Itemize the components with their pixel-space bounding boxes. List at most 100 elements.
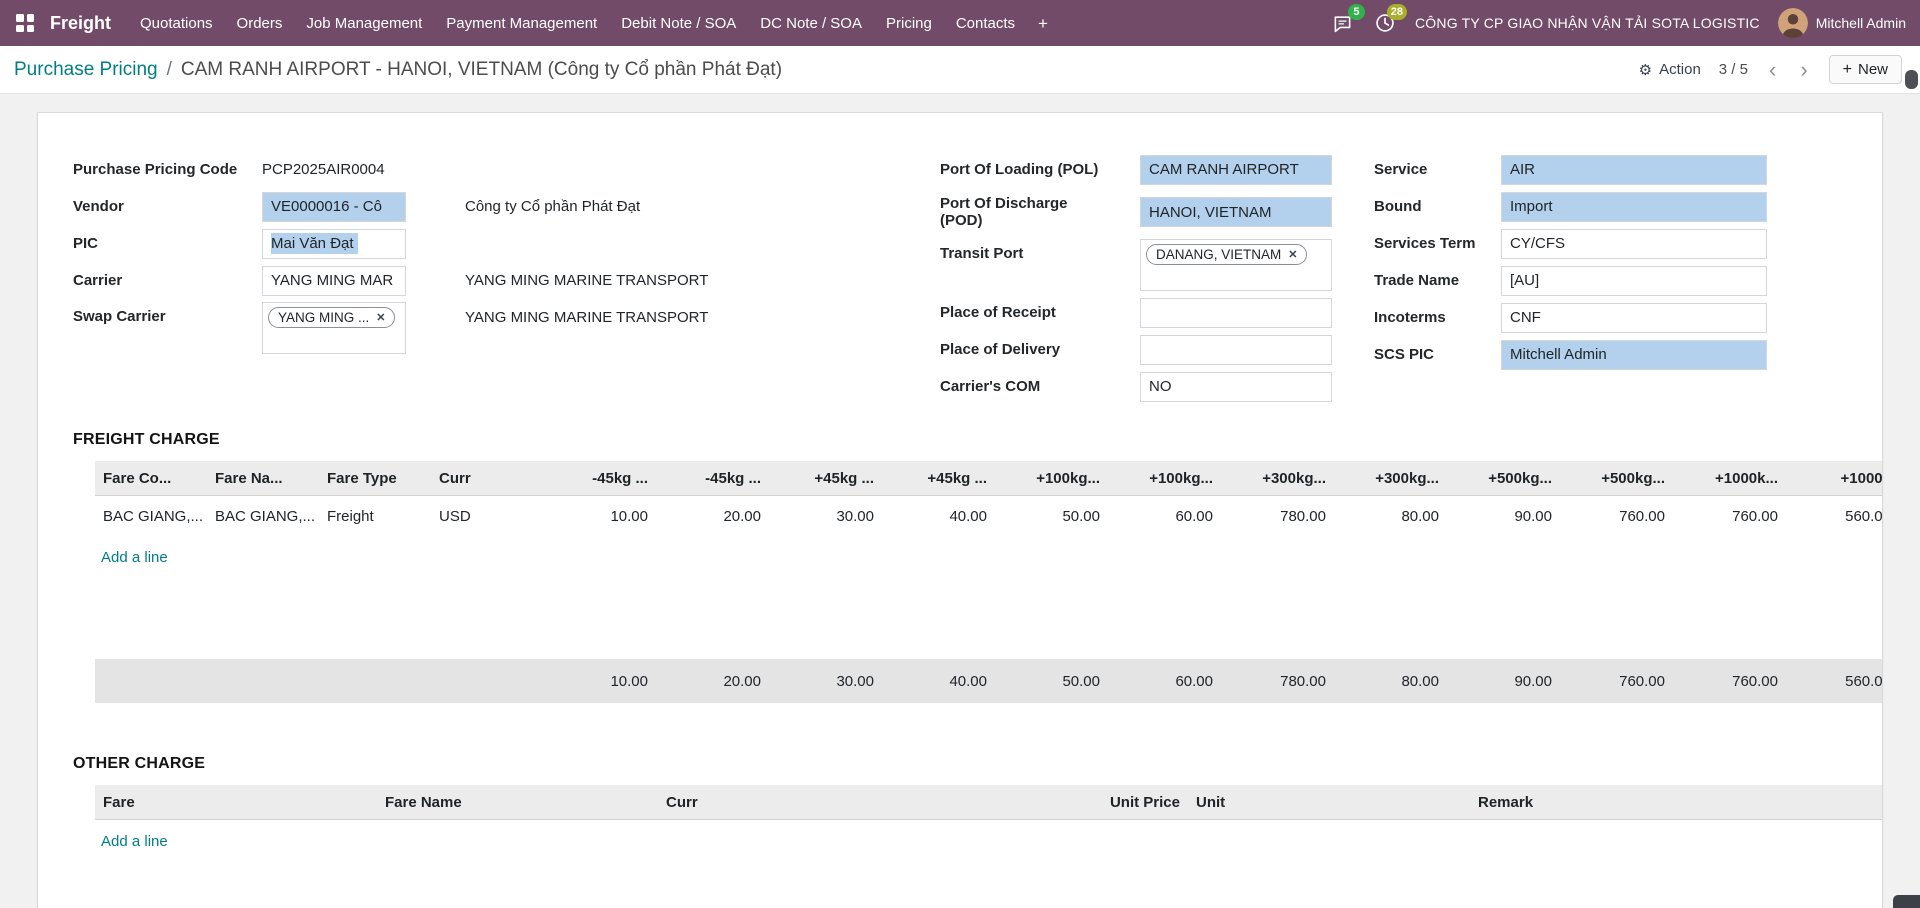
fc-cell-fare-name[interactable]: BAC GIANG,...: [207, 508, 319, 525]
freight-charge-data-row[interactable]: BAC GIANG,... BAC GIANG,... Freight USD …: [95, 496, 1882, 536]
fc-header-plus100-2[interactable]: +100kg...: [1108, 470, 1221, 487]
control-panel-right: ⚙ Action 3 / 5 ‹ › + New: [1639, 55, 1902, 84]
carrier-input[interactable]: YANG MING MAR: [262, 266, 406, 296]
new-label: New: [1858, 61, 1888, 78]
menu-orders[interactable]: Orders: [226, 8, 294, 39]
menu-contacts[interactable]: Contacts: [945, 8, 1026, 39]
oc-header-unit-price[interactable]: Unit Price: [1088, 794, 1188, 811]
user-menu[interactable]: Mitchell Admin: [1778, 8, 1906, 38]
fc-cell-fare-code[interactable]: BAC GIANG,...: [95, 508, 207, 525]
purchase-pricing-code-value: PCP2025AIR0004: [262, 161, 385, 178]
field-row-transit-port: Transit Port DANANG, VIETNAM ✕: [940, 236, 1374, 294]
fc-cell-plus500-2[interactable]: 760.00: [1560, 508, 1673, 525]
place-of-receipt-input[interactable]: [1140, 298, 1332, 328]
pic-label: PIC: [73, 235, 262, 252]
vertical-scrollbar-thumb[interactable]: [1905, 70, 1918, 89]
fc-header-fare-code[interactable]: Fare Co...: [95, 470, 207, 487]
breadcrumb-current-record: CAM RANH AIRPORT - HANOI, VIETNAM (Công …: [181, 59, 782, 81]
services-term-input[interactable]: CY/CFS: [1501, 229, 1767, 259]
vendor-input[interactable]: VE0000016 - Cô: [262, 192, 406, 222]
fc-cell-plus300-2[interactable]: 80.00: [1334, 508, 1447, 525]
new-record-button[interactable]: + New: [1829, 55, 1902, 84]
fc-cell-plus1000-2[interactable]: 560.00: [1786, 508, 1882, 525]
fc-cell-plus45-1[interactable]: 30.00: [769, 508, 882, 525]
pod-input[interactable]: HANOI, VIETNAM: [1140, 197, 1332, 227]
transit-port-input[interactable]: DANANG, VIETNAM ✕: [1140, 239, 1332, 291]
pager-next-icon[interactable]: ›: [1797, 59, 1810, 81]
other-charge-add-a-line[interactable]: Add a line: [101, 833, 168, 850]
swap-carrier-input[interactable]: YANG MING ... ✕: [262, 302, 406, 354]
action-label: Action: [1659, 61, 1701, 78]
oc-header-remark[interactable]: Remark: [1470, 794, 1882, 811]
swap-carrier-tag[interactable]: YANG MING ... ✕: [268, 307, 395, 328]
place-of-delivery-input[interactable]: [1140, 335, 1332, 365]
carrier-display-name: YANG MING MARINE TRANSPORT: [465, 272, 708, 289]
company-switcher[interactable]: CÔNG TY CP GIAO NHẬN VẬN TẢI SOTA LOGIST…: [1415, 15, 1760, 31]
form-fields: Purchase Pricing Code PCP2025AIR0004 Ven…: [38, 151, 1882, 405]
fc-header-fare-name[interactable]: Fare Na...: [207, 470, 319, 487]
carriers-com-input[interactable]: NO: [1140, 372, 1332, 402]
field-row-pic: PIC Mai Văn Đạt: [73, 225, 940, 262]
fc-cell-fare-type[interactable]: Freight: [319, 508, 431, 525]
freight-charge-add-a-line[interactable]: Add a line: [101, 549, 168, 566]
activities-button[interactable]: 28: [1373, 11, 1397, 35]
trade-name-input[interactable]: [AU]: [1501, 266, 1767, 296]
fc-cell-curr[interactable]: USD: [431, 508, 543, 525]
activities-badge: 28: [1387, 4, 1407, 20]
oc-header-fare-name[interactable]: Fare Name: [377, 794, 658, 811]
messages-button[interactable]: 5: [1331, 11, 1355, 35]
oc-header-fare[interactable]: Fare: [95, 794, 377, 811]
oc-header-curr[interactable]: Curr: [658, 794, 1088, 811]
incoterms-label: Incoterms: [1374, 309, 1501, 326]
menu-pricing[interactable]: Pricing: [875, 8, 943, 39]
menu-payment-management[interactable]: Payment Management: [435, 8, 608, 39]
menu-quotations[interactable]: Quotations: [129, 8, 224, 39]
fc-cell-plus100-2[interactable]: 60.00: [1108, 508, 1221, 525]
fc-cell-plus300-1[interactable]: 780.00: [1221, 508, 1334, 525]
fc-total-plus500-1: 90.00: [1447, 673, 1560, 690]
breadcrumb-purchase-pricing[interactable]: Purchase Pricing: [14, 59, 158, 81]
fc-header-minus45-1[interactable]: -45kg ...: [543, 470, 656, 487]
fc-header-plus1000-1[interactable]: +1000k...: [1673, 470, 1786, 487]
oc-header-unit[interactable]: Unit: [1188, 794, 1470, 811]
apps-grid-icon[interactable]: [16, 14, 34, 32]
fc-header-plus300-1[interactable]: +300kg...: [1221, 470, 1334, 487]
service-input[interactable]: AIR: [1501, 155, 1767, 185]
fc-cell-plus1000-1[interactable]: 760.00: [1673, 508, 1786, 525]
field-row-pol: Port Of Loading (POL) CAM RANH AIRPORT: [940, 151, 1374, 188]
scs-pic-input[interactable]: Mitchell Admin: [1501, 340, 1767, 370]
fc-header-plus100-1[interactable]: +100kg...: [995, 470, 1108, 487]
fc-header-fare-type[interactable]: Fare Type: [319, 470, 431, 487]
fc-cell-plus500-1[interactable]: 90.00: [1447, 508, 1560, 525]
fc-header-plus300-2[interactable]: +300kg...: [1334, 470, 1447, 487]
menu-debit-note-soa[interactable]: Debit Note / SOA: [610, 8, 747, 39]
app-name[interactable]: Freight: [50, 13, 111, 34]
swap-carrier-display-name: YANG MING MARINE TRANSPORT: [465, 309, 708, 326]
pic-input[interactable]: Mai Văn Đạt: [262, 229, 406, 259]
fc-header-plus45-2[interactable]: +45kg ...: [882, 470, 995, 487]
transit-port-tag[interactable]: DANANG, VIETNAM ✕: [1146, 244, 1307, 265]
fc-cell-minus45-2[interactable]: 20.00: [656, 508, 769, 525]
form-column-middle: Port Of Loading (POL) CAM RANH AIRPORT P…: [940, 151, 1374, 405]
fc-cell-minus45-1[interactable]: 10.00: [543, 508, 656, 525]
incoterms-input[interactable]: CNF: [1501, 303, 1767, 333]
swap-carrier-tag-remove-icon[interactable]: ✕: [376, 311, 385, 324]
fc-cell-plus100-1[interactable]: 50.00: [995, 508, 1108, 525]
fc-header-plus500-1[interactable]: +500kg...: [1447, 470, 1560, 487]
menu-job-management[interactable]: Job Management: [295, 8, 433, 39]
transit-port-tag-remove-icon[interactable]: ✕: [1288, 248, 1297, 261]
fc-header-plus500-2[interactable]: +500kg...: [1560, 470, 1673, 487]
fc-cell-plus45-2[interactable]: 40.00: [882, 508, 995, 525]
fc-header-plus1000-2[interactable]: +1000k: [1786, 470, 1882, 487]
scrollbar-corner[interactable]: [1893, 895, 1920, 908]
fc-header-curr[interactable]: Curr: [431, 470, 543, 487]
action-menu-button[interactable]: ⚙ Action: [1639, 61, 1701, 79]
form-sheet: Purchase Pricing Code PCP2025AIR0004 Ven…: [37, 112, 1883, 908]
fc-header-minus45-2[interactable]: -45kg ...: [656, 470, 769, 487]
pol-input[interactable]: CAM RANH AIRPORT: [1140, 155, 1332, 185]
bound-input[interactable]: Import: [1501, 192, 1767, 222]
add-menu-icon[interactable]: +: [1028, 8, 1058, 39]
pager-previous-icon[interactable]: ‹: [1766, 59, 1779, 81]
fc-header-plus45-1[interactable]: +45kg ...: [769, 470, 882, 487]
menu-dc-note-soa[interactable]: DC Note / SOA: [749, 8, 873, 39]
